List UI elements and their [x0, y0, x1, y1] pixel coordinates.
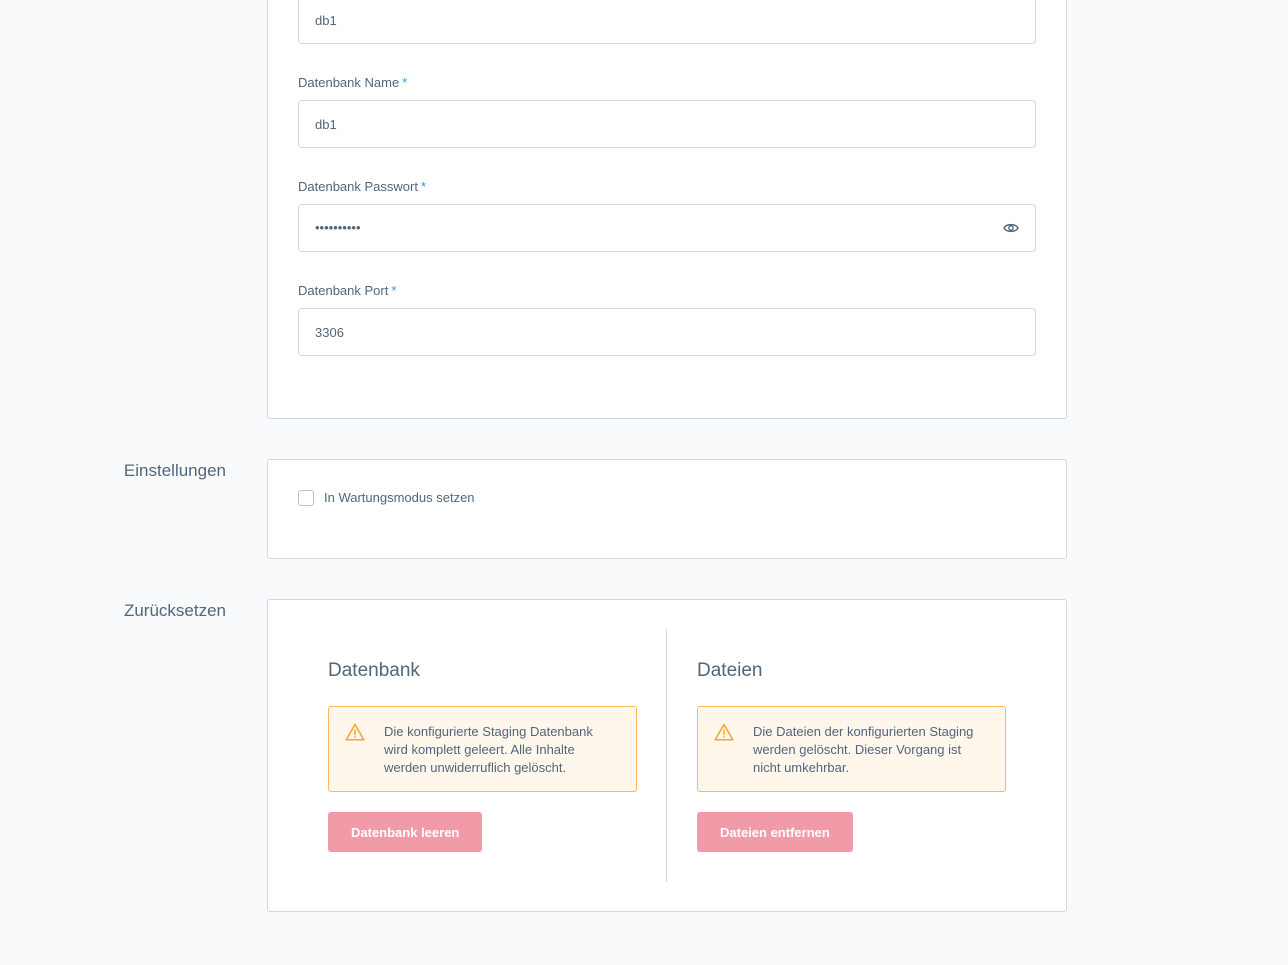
- warning-icon: [714, 723, 734, 741]
- reset-files-column: Dateien Die Dateien der konfigurierten S…: [697, 660, 1006, 852]
- files-warning-alert: Die Dateien der konfigurierten Staging w…: [697, 706, 1006, 792]
- database-name-input[interactable]: [298, 100, 1036, 148]
- reset-section-label: Zurücksetzen: [123, 601, 226, 620]
- remove-files-button[interactable]: Dateien entfernen: [697, 812, 853, 852]
- database-card: Datenbank Name* Datenbank Passwort* ••••…: [267, 0, 1067, 419]
- reset-database-title: Datenbank: [328, 660, 420, 681]
- warning-icon: [345, 723, 365, 741]
- database-port-label: Datenbank Port *: [298, 283, 397, 298]
- files-warning-text: Die Dateien der konfigurierten Staging w…: [753, 724, 974, 775]
- maintenance-mode-checkbox[interactable]: [298, 490, 314, 506]
- database-warning-alert: Die konfigurierte Staging Datenbank wird…: [328, 706, 637, 792]
- eye-icon[interactable]: [1003, 222, 1019, 234]
- reset-database-column: Datenbank Die konfigurierte Staging Date…: [328, 660, 637, 852]
- database-host-input[interactable]: [298, 0, 1036, 44]
- reset-files-title: Dateien: [697, 660, 763, 681]
- settings-card: In Wartungsmodus setzen: [267, 459, 1067, 559]
- database-port-input[interactable]: [298, 308, 1036, 356]
- staging-settings-page: Datenbank Name* Datenbank Passwort* ••••…: [0, 0, 1288, 965]
- settings-section-label: Einstellungen: [123, 461, 226, 480]
- database-password-input[interactable]: ••••••••••: [298, 204, 1036, 252]
- reset-card: Datenbank Die konfigurierte Staging Date…: [267, 599, 1067, 912]
- column-divider: [666, 629, 667, 882]
- database-name-label: Datenbank Name *: [298, 75, 408, 90]
- clear-database-button[interactable]: Datenbank leeren: [328, 812, 483, 852]
- maintenance-mode-label[interactable]: In Wartungsmodus setzen: [324, 490, 475, 505]
- database-password-label: Datenbank Passwort *: [298, 179, 427, 194]
- database-warning-text: Die konfigurierte Staging Datenbank wird…: [384, 724, 593, 775]
